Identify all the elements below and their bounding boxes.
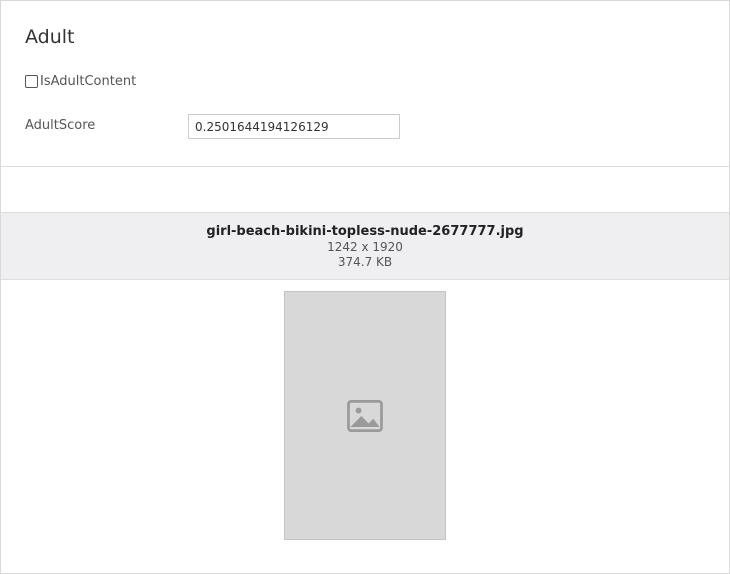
- adult-score-label: AdultScore: [25, 118, 96, 133]
- divider: [1, 166, 729, 167]
- section-title: Adult: [25, 26, 75, 48]
- adult-panel: Adult IsAdultContent AdultScore girl-bea…: [0, 0, 730, 574]
- image-icon: [347, 399, 383, 432]
- file-size: 374.7 KB: [337, 255, 393, 269]
- file-name: girl-beach-bikini-topless-nude-2677777.j…: [206, 224, 524, 239]
- file-dimensions: 1242 x 1920: [327, 240, 403, 254]
- is-adult-content-checkbox[interactable]: [25, 75, 38, 88]
- image-preview[interactable]: [284, 291, 446, 540]
- file-info-bar: girl-beach-bikini-topless-nude-2677777.j…: [1, 212, 729, 280]
- is-adult-content-label[interactable]: IsAdultContent: [40, 74, 136, 89]
- is-adult-content-row: IsAdultContent: [25, 74, 136, 89]
- adult-score-input[interactable]: [188, 114, 400, 139]
